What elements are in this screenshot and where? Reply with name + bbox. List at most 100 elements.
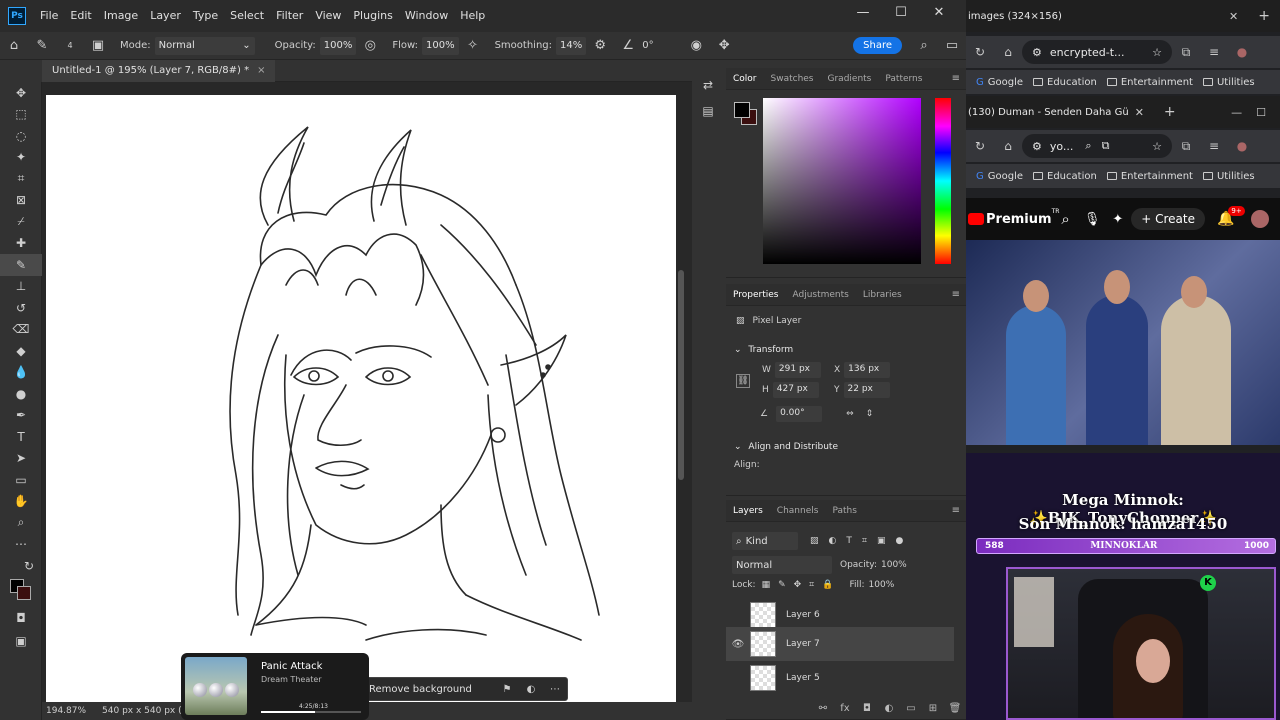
microphone-icon[interactable]: 🎙 [1084, 212, 1101, 227]
create-button[interactable]: + Create [1131, 208, 1205, 230]
close-icon[interactable]: ✕ [1229, 10, 1238, 23]
flow-input[interactable]: 100% [421, 36, 459, 55]
tab-properties[interactable]: Properties [726, 284, 785, 306]
bookmark-google[interactable]: G Google [976, 77, 1023, 88]
menu-edit[interactable]: Edit [64, 0, 97, 32]
brush-tool-icon[interactable]: ✎ [32, 36, 52, 56]
crop-tool-icon[interactable]: ⌗ [0, 168, 42, 190]
canvas[interactable] [46, 95, 676, 702]
kind-filter-select[interactable]: ⌕ Kind [732, 532, 798, 550]
filter-toggle-icon[interactable]: ● [895, 536, 903, 546]
extensions-icon[interactable]: ⧉ [1172, 45, 1200, 60]
reload-icon[interactable]: ↻ [966, 139, 994, 153]
angle-input[interactable]: 0.00° [776, 406, 823, 422]
comments-panel-icon[interactable]: ▤ [692, 98, 724, 124]
avatar[interactable]: ● [1228, 45, 1256, 59]
star-icon[interactable]: ☆ [1152, 46, 1162, 59]
new-tab-icon[interactable]: + [1258, 8, 1270, 24]
menu-layer[interactable]: Layer [144, 0, 187, 32]
eye-icon[interactable]: 👁 [726, 639, 750, 650]
height-input[interactable]: 427 px [772, 382, 819, 398]
width-input[interactable]: 291 px [774, 362, 821, 378]
menu-filter[interactable]: Filter [270, 0, 309, 32]
brush-settings-icon[interactable]: ▣ [88, 36, 108, 56]
panel-menu-icon[interactable]: ≡ [952, 505, 960, 516]
flip-horizontal-icon[interactable]: ⇔ [846, 409, 854, 419]
menu-file[interactable]: File [34, 0, 64, 32]
maximize-button[interactable]: ☐ [1256, 106, 1266, 119]
layer-name[interactable]: Layer 5 [786, 673, 820, 683]
mode-select[interactable]: Normal ⌄ [154, 36, 255, 55]
bookmark-utilities[interactable]: Utilities [1202, 77, 1255, 88]
bookmark-education[interactable]: Education [1033, 77, 1097, 88]
color-field[interactable] [763, 98, 921, 264]
x-input[interactable]: 136 px [844, 362, 891, 378]
angle-value[interactable]: 0° [642, 40, 682, 51]
layer-row-layer-5[interactable]: Layer 5 [726, 661, 954, 695]
browser2-address-bar[interactable]: ⚙ yo... ⌕ ⧉ ☆ [1022, 134, 1172, 158]
canvas-area[interactable] [42, 82, 692, 702]
youtube-logo-icon[interactable] [968, 213, 984, 225]
search-icon[interactable]: ⌕ [914, 36, 934, 56]
healing-tool-icon[interactable]: ✚ [0, 233, 42, 255]
home-icon[interactable]: ⌂ [4, 36, 24, 56]
avatar[interactable]: ● [1228, 139, 1256, 153]
type-tool-icon[interactable]: T [0, 426, 42, 448]
browser2-tab-title[interactable]: (130) Duman - Senden Daha Gü [968, 107, 1129, 118]
fill-input[interactable]: 100% [869, 580, 895, 590]
panel-menu-icon[interactable]: ≡ [952, 289, 960, 300]
new-adjustment-icon[interactable]: ◐ [878, 703, 900, 714]
lock-all-icon[interactable]: 🔒 [822, 580, 833, 590]
move-tool-icon[interactable]: ✥ [0, 82, 42, 104]
screen-mode-icon[interactable]: ▣ [0, 630, 42, 652]
dodge-tool-icon[interactable]: ● [0, 383, 42, 405]
tab-patterns[interactable]: Patterns [878, 68, 929, 90]
bookmark-google[interactable]: G Google [976, 171, 1023, 182]
opacity-input[interactable]: 100% [881, 560, 907, 570]
menu-type[interactable]: Type [187, 0, 224, 32]
more-options-icon[interactable]: ⋯ [543, 684, 567, 695]
background-color-swatch[interactable] [17, 586, 31, 600]
lasso-tool-icon[interactable]: ◌ [0, 125, 42, 147]
browser1-tab-title[interactable]: images (324×156) [968, 11, 1062, 22]
frame-tool-icon[interactable]: ⊠ [0, 190, 42, 212]
workspace-icon[interactable]: ▭ [942, 36, 962, 56]
filter-shape-icon[interactable]: ⌗ [862, 536, 867, 546]
foreground-color-chip[interactable] [734, 102, 750, 118]
star-icon[interactable]: ☆ [1152, 140, 1162, 153]
adjust-icon[interactable]: ◐ [519, 684, 543, 695]
zoom-icon[interactable]: ⌕ [1085, 139, 1091, 153]
home-icon[interactable]: ⌂ [994, 45, 1022, 59]
tab-channels[interactable]: Channels [770, 500, 826, 522]
canvas-scrollbar[interactable] [678, 270, 684, 480]
install-icon[interactable]: ⧉ [1102, 139, 1110, 153]
tab-paths[interactable]: Paths [825, 500, 863, 522]
quick-mask-icon[interactable]: ◘ [0, 607, 42, 629]
trash-icon[interactable]: 🗑 [944, 703, 966, 714]
lock-position-icon[interactable]: ✥ [794, 580, 802, 590]
rectangle-tool-icon[interactable]: ▭ [0, 469, 42, 491]
browser1-address-bar[interactable]: ⚙ encrypted-t... ☆ [1022, 40, 1172, 64]
opacity-input[interactable]: 100% [319, 36, 357, 55]
bookmark-entertainment[interactable]: Entertainment [1106, 77, 1193, 88]
gear-icon[interactable]: ⚙ [590, 36, 610, 56]
hue-slider[interactable] [935, 98, 951, 264]
pressure-size-icon[interactable]: ◉ [686, 36, 706, 56]
filter-pixel-icon[interactable]: ▨ [810, 536, 819, 546]
filter-smart-icon[interactable]: ▣ [877, 536, 886, 546]
close-icon[interactable]: × [257, 65, 265, 76]
close-icon[interactable]: ✕ [1135, 106, 1144, 119]
symmetry-icon[interactable]: ✥ [714, 36, 734, 56]
extensions-icon[interactable]: ⧉ [1172, 139, 1200, 154]
path-select-icon[interactable]: ➤ [0, 448, 42, 470]
bookmark-utilities[interactable]: Utilities [1202, 171, 1255, 182]
zoom-tool-icon[interactable]: ⌕ [0, 512, 42, 534]
paint-bucket-icon[interactable]: ◆ [0, 340, 42, 362]
airbrush-icon[interactable]: ✧ [463, 36, 483, 56]
blend-mode-select[interactable]: Normal [732, 556, 832, 574]
bookmark-entertainment[interactable]: Entertainment [1106, 171, 1193, 182]
menu-help[interactable]: Help [454, 0, 491, 32]
zoom-level[interactable]: 194.87% [46, 706, 86, 716]
tab-swatches[interactable]: Swatches [764, 68, 821, 90]
document-tab[interactable]: Untitled-1 @ 195% (Layer 7, RGB/8#) * × [42, 59, 276, 82]
